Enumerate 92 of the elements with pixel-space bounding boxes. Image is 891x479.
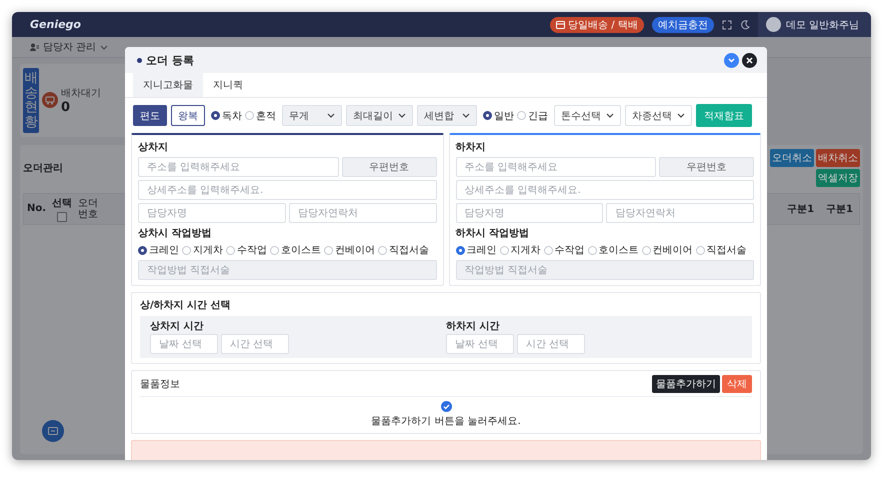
chevron-down-icon — [462, 113, 470, 118]
radio-option[interactable]: 컨베이어 — [642, 243, 692, 257]
tab[interactable]: 지니고화물 — [133, 73, 203, 97]
field-label: 하차지 시간 — [446, 320, 500, 333]
column-header: 오더번호 — [77, 198, 100, 220]
chat-icon — [48, 426, 58, 436]
radio-circle[interactable] — [138, 246, 147, 254]
input-field[interactable]: 담당자연락처 — [606, 203, 754, 223]
radio-option[interactable]: 호이스트 — [588, 243, 638, 257]
radio-option[interactable]: 호이스트 — [270, 243, 321, 257]
input-field[interactable]: 작업방법 직접서술 — [456, 260, 754, 280]
radio-option[interactable]: 지게차 — [182, 243, 223, 257]
zip-code-button[interactable]: 우편번호 — [659, 157, 754, 177]
radio-option[interactable]: 직접서술 — [696, 243, 746, 257]
radio-option[interactable]: 크레인 — [138, 243, 179, 257]
radio-option[interactable]: 지게차 — [500, 243, 540, 257]
user-menu[interactable]: 데모 일반화주님 — [758, 12, 871, 37]
dropdown[interactable]: 무게 — [282, 105, 342, 126]
moon-icon[interactable] — [740, 20, 750, 30]
add-item-button[interactable]: 물품추가하기 — [652, 375, 720, 393]
input-field[interactable]: 담당자명 — [456, 203, 604, 223]
action-button[interactable]: 오더취소 — [770, 148, 814, 167]
stat-value: 0 — [61, 100, 72, 115]
input-field[interactable]: 작업방법 직접서술 — [138, 260, 436, 280]
chevron-down-icon — [327, 113, 335, 118]
empty-message: 물품추가하기 버튼을 눌러주세요. — [371, 415, 521, 428]
radio-circle[interactable] — [483, 111, 492, 120]
radio-option[interactable]: 수작업 — [226, 243, 267, 257]
toggle-button[interactable]: 왕복 — [171, 105, 205, 126]
input-field[interactable]: 담당자연락처 — [288, 203, 436, 223]
input-field[interactable]: 상세주소를 입력해주세요. — [138, 180, 436, 200]
radio-option[interactable]: 일반 — [483, 108, 514, 122]
bullet-icon — [137, 58, 142, 62]
column-header: 선택 — [52, 196, 72, 210]
close-button[interactable] — [742, 52, 757, 68]
radio-option[interactable]: 긴급 — [517, 108, 548, 122]
chevron-down-icon — [606, 113, 614, 118]
input-field[interactable]: 날짜 선택 — [446, 334, 514, 354]
radio-option[interactable]: 크레인 — [456, 243, 496, 257]
fullscreen-icon[interactable] — [722, 20, 732, 30]
user-name: 데모 일반화주님 — [786, 18, 859, 32]
chevron-down-icon — [100, 44, 108, 50]
dropdown[interactable]: 세변합 — [417, 105, 477, 126]
radio-option[interactable]: 컨베이어 — [324, 243, 375, 257]
section-title: 물품정보 — [140, 378, 180, 391]
input-field[interactable]: 담당자명 — [138, 203, 286, 223]
input-field[interactable]: 상세주소를 입력해주세요. — [456, 180, 754, 200]
input-field[interactable]: 날짜 선택 — [150, 334, 218, 354]
stat-label: 배차대기 — [61, 86, 101, 100]
input-field[interactable]: 시간 선택 — [221, 334, 289, 354]
box-icon — [556, 20, 566, 28]
section-title: 하차시 작업방법 — [456, 227, 530, 240]
zip-code-button[interactable]: 우편번호 — [342, 157, 436, 177]
avatar — [766, 17, 781, 32]
chevron-down-icon — [728, 58, 735, 62]
field-label: 상차지 시간 — [150, 320, 204, 333]
tab[interactable]: 지니퀵 — [203, 73, 253, 97]
input-field[interactable]: 시간 선택 — [517, 334, 585, 354]
column-header: No. — [26, 203, 48, 214]
column-header: 구분1 — [786, 202, 816, 216]
dialog-title: 오더 등록 — [146, 52, 194, 68]
collapse-button[interactable] — [724, 52, 739, 68]
toggle-button[interactable]: 편도 — [133, 105, 167, 126]
chevron-down-icon — [677, 113, 685, 118]
radio-circle[interactable] — [456, 246, 464, 254]
checkbox[interactable] — [57, 212, 68, 222]
check-circle-icon — [440, 401, 452, 412]
people-icon — [30, 43, 39, 51]
section-title: 상/하차지 시간 선택 — [140, 299, 232, 312]
logo: Geniego — [30, 18, 81, 31]
input-field[interactable]: 주소를 입력해주세요 — [138, 157, 338, 177]
action-button[interactable]: 배차취소 — [816, 148, 860, 167]
badge-button[interactable]: 예치금충전 — [652, 16, 714, 32]
section-title: 상차시 작업방법 — [138, 227, 212, 240]
section-title: 오더관리 — [23, 162, 63, 175]
chevron-down-icon — [398, 113, 406, 118]
truck-icon — [45, 96, 55, 105]
dropdown[interactable]: 톤수선택 — [554, 105, 621, 126]
badge-button[interactable]: 당일배송 / 택배 — [550, 16, 644, 32]
radio-option[interactable]: 혼적 — [245, 108, 276, 122]
dropdown[interactable]: 최대길이 — [346, 105, 413, 126]
dropdown[interactable]: 차종선택 — [625, 105, 692, 126]
column-header: 구분1 — [825, 202, 854, 216]
section-title: 하차지 — [456, 141, 486, 154]
section-title: 상차지 — [138, 141, 169, 154]
close-icon — [746, 56, 753, 64]
radio-circle[interactable] — [211, 111, 220, 120]
radio-option[interactable]: 수작업 — [544, 243, 584, 257]
radio-option[interactable]: 독차 — [211, 108, 242, 122]
input-field[interactable]: 주소를 입력해주세요 — [456, 157, 656, 177]
nav-item[interactable]: 담당자 관리 — [30, 40, 108, 54]
radio-option[interactable]: 직접서술 — [378, 243, 429, 257]
